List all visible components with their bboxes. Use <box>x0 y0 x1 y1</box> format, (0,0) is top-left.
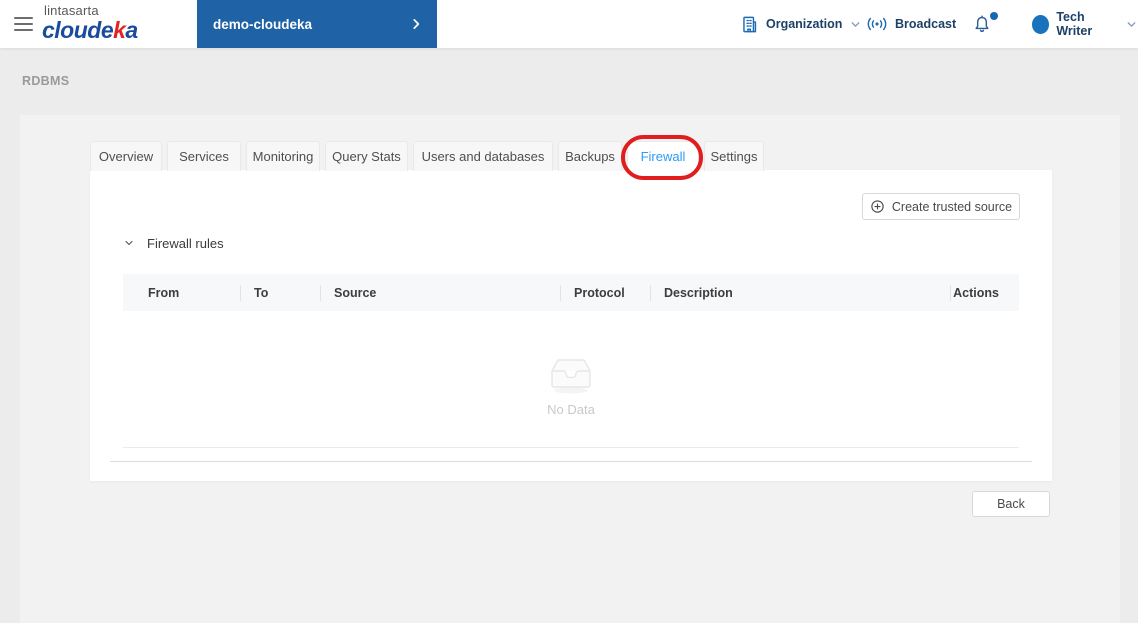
top-header: lintasarta cloudeka demo-cloudeka Organi… <box>0 0 1138 48</box>
column-header-protocol: Protocol <box>560 286 650 300</box>
create-trusted-source-button[interactable]: Create trusted source <box>862 193 1020 220</box>
tab-services[interactable]: Services <box>167 141 241 171</box>
breadcrumb: RDBMS <box>22 74 70 88</box>
organization-label: Organization <box>766 17 843 31</box>
tab-query-stats[interactable]: Query Stats <box>325 141 408 171</box>
hamburger-menu-icon[interactable] <box>14 17 33 31</box>
broadcast-menu[interactable]: Broadcast <box>866 0 956 48</box>
project-selector-banner[interactable]: demo-cloudeka <box>197 0 437 48</box>
chevron-down-icon <box>849 18 862 31</box>
broadcast-icon <box>866 15 888 33</box>
tab-settings[interactable]: Settings <box>704 141 764 171</box>
organization-building-icon <box>740 15 759 34</box>
tab-monitoring[interactable]: Monitoring <box>246 141 320 171</box>
notification-dot-badge <box>990 12 998 20</box>
user-name: Tech Writer <box>1056 10 1093 38</box>
notifications-button[interactable] <box>972 0 998 48</box>
chevron-down-icon <box>1125 18 1138 31</box>
detail-tabs: Overview Services Monitoring Query Stats… <box>90 141 764 171</box>
firewall-rules-table: From To Source Protocol Description Acti… <box>123 274 1019 448</box>
logo-lintasarta-text: lintasarta <box>44 3 99 18</box>
firewall-rules-collapse-header[interactable]: Firewall rules <box>123 233 224 253</box>
no-data-label: No Data <box>547 401 595 417</box>
firewall-rules-title: Firewall rules <box>147 235 224 251</box>
collapse-bottom-divider <box>110 461 1032 462</box>
broadcast-label: Broadcast <box>895 17 957 31</box>
firewall-tab-content: Create trusted source Firewall rules Fro… <box>90 170 1052 481</box>
empty-inbox-icon <box>548 356 594 394</box>
table-header-row: From To Source Protocol Description Acti… <box>123 274 1019 311</box>
tab-users-and-databases[interactable]: Users and databases <box>413 141 553 171</box>
column-header-actions: Actions <box>950 286 1019 300</box>
cloudeka-logo[interactable]: lintasarta cloudeka <box>42 4 138 42</box>
tab-overview[interactable]: Overview <box>90 141 162 171</box>
user-avatar <box>1032 14 1050 34</box>
column-header-source: Source <box>320 286 560 300</box>
column-header-to: To <box>240 286 320 300</box>
plus-circle-icon <box>870 199 885 214</box>
column-header-description: Description <box>650 286 950 300</box>
tab-firewall[interactable]: Firewall <box>627 141 699 171</box>
column-header-from: From <box>148 285 180 300</box>
organization-menu[interactable]: Organization <box>740 0 862 48</box>
logo-cloudeka-text: cloudeka <box>42 17 138 43</box>
project-name: demo-cloudeka <box>213 16 313 32</box>
chevron-down-icon <box>123 237 135 249</box>
chevron-right-icon <box>409 17 423 31</box>
table-empty-state: No Data <box>123 311 1019 448</box>
rdbms-firewall-page: lintasarta cloudeka demo-cloudeka Organi… <box>0 0 1138 623</box>
back-button[interactable]: Back <box>972 491 1050 517</box>
tab-backups[interactable]: Backups <box>558 141 622 171</box>
user-menu[interactable]: Tech Writer <box>1032 0 1138 48</box>
